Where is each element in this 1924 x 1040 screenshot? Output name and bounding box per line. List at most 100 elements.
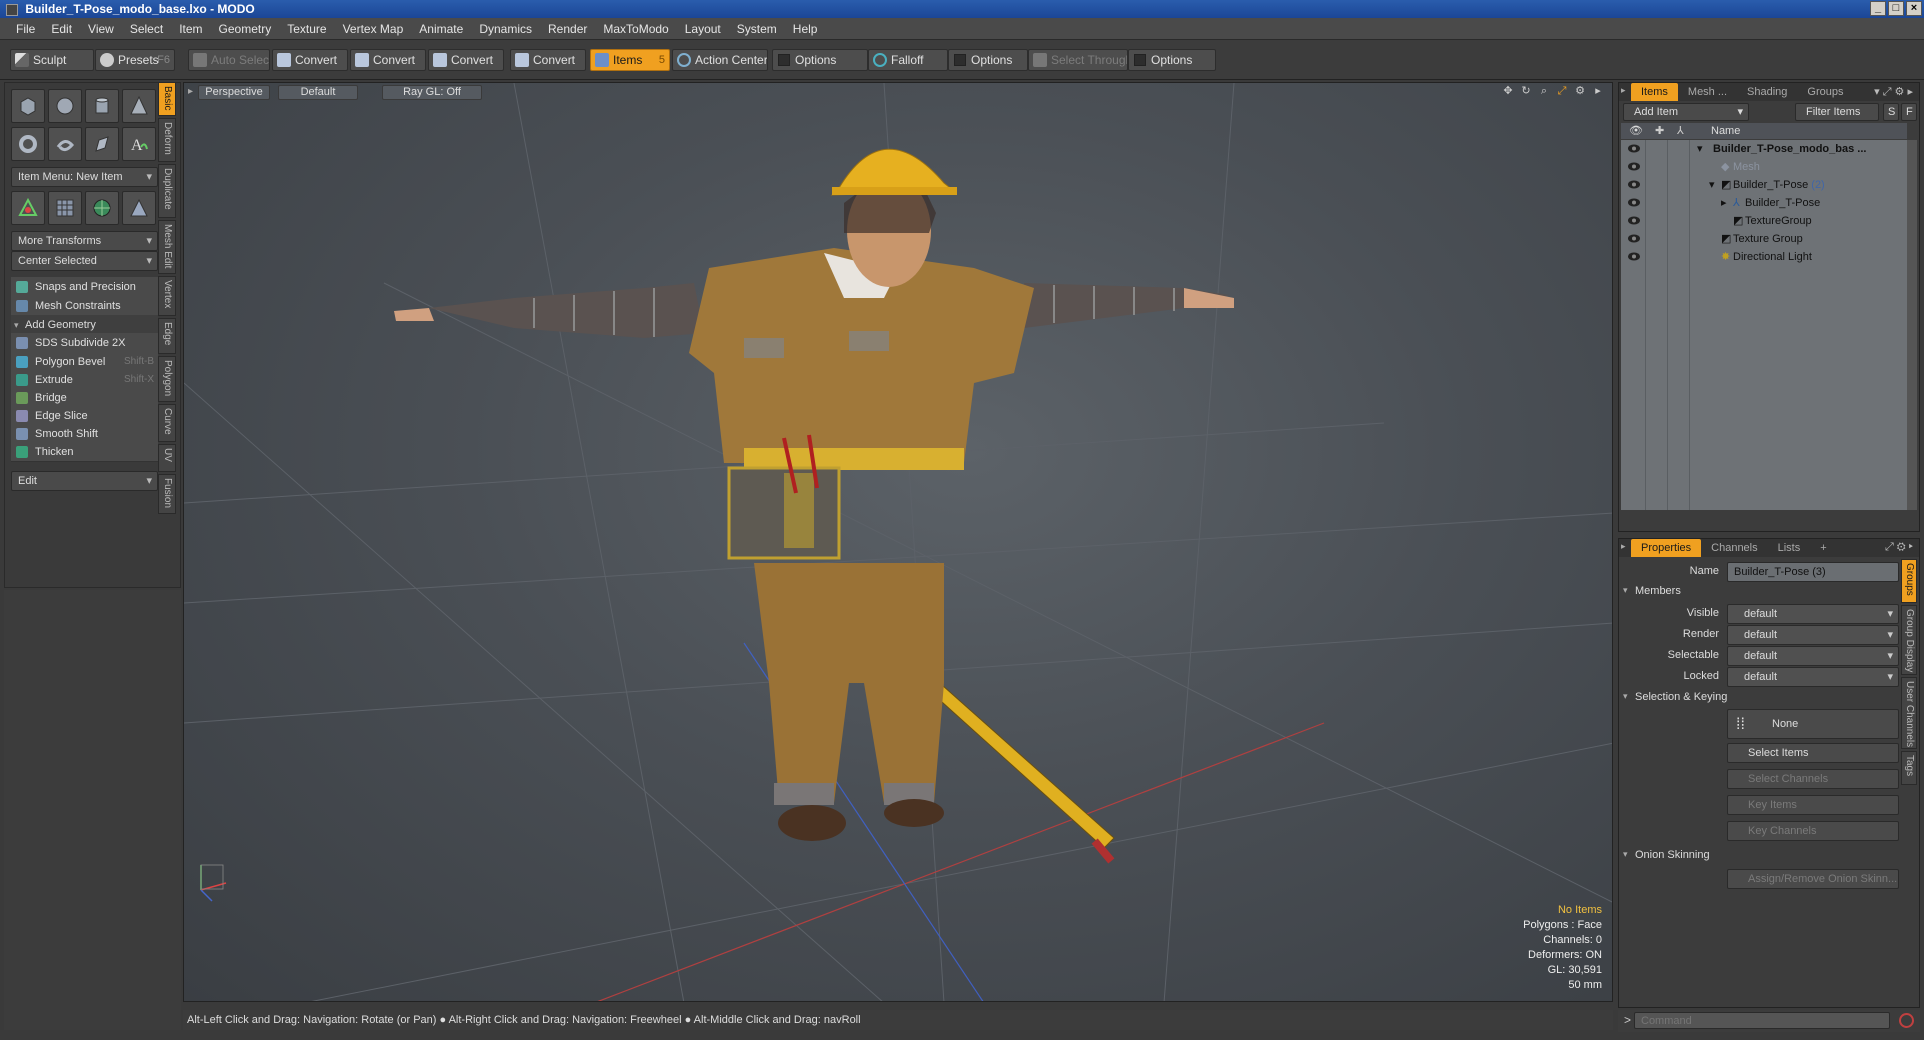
- key-channels-button[interactable]: Key Channels: [1727, 821, 1899, 841]
- menu-item[interactable]: Item: [171, 18, 210, 40]
- sphere-uv-tool-button[interactable]: [85, 191, 119, 225]
- torus-tool-button[interactable]: [11, 127, 45, 161]
- convert-edges-button[interactable]: Convert: [350, 49, 426, 71]
- visible-dropdown[interactable]: default: [1727, 604, 1899, 624]
- tree-row-scene[interactable]: ▾ Builder_T-Pose_modo_bas ...: [1621, 140, 1907, 158]
- viewport-menu-icon[interactable]: ▸: [188, 86, 193, 97]
- tab-user-channels[interactable]: User Channels: [1901, 677, 1917, 749]
- convert-materials-button[interactable]: Convert: [510, 49, 586, 71]
- tab-polygon[interactable]: Polygon: [158, 356, 176, 402]
- minimize-button[interactable]: _: [1870, 1, 1886, 16]
- tab-items[interactable]: Items: [1631, 83, 1678, 101]
- raygl-toggle[interactable]: Ray GL: Off: [382, 85, 482, 100]
- convert-polygons-button[interactable]: Convert: [428, 49, 504, 71]
- extrude-button[interactable]: Extrude Shift-X: [11, 370, 158, 390]
- eye-icon[interactable]: [1627, 179, 1641, 190]
- text-tool-button[interactable]: A: [122, 127, 156, 161]
- members-section[interactable]: Members: [1623, 585, 1681, 597]
- sphere-tool-button[interactable]: [48, 89, 82, 123]
- expand-arrow-icon[interactable]: ▸: [1721, 194, 1727, 212]
- tab-tags[interactable]: Tags: [1901, 751, 1917, 785]
- options-button-3[interactable]: Options: [1128, 49, 1216, 71]
- pen-tool-button[interactable]: [85, 127, 119, 161]
- tab-edge[interactable]: Edge: [158, 318, 176, 354]
- tab-channels[interactable]: Channels: [1701, 539, 1767, 557]
- eye-icon[interactable]: [1627, 161, 1641, 172]
- 3d-viewport[interactable]: ▸ Perspective Default Ray GL: Off ✥ ↻ ⌕ …: [183, 82, 1613, 1002]
- panel-menu-icon[interactable]: ▸: [1621, 541, 1626, 552]
- menu-file[interactable]: File: [8, 18, 43, 40]
- cylinder-tool-button[interactable]: [85, 89, 119, 123]
- render-dropdown[interactable]: default: [1727, 625, 1899, 645]
- tab-duplicate[interactable]: Duplicate: [158, 164, 176, 218]
- selection-keying-section[interactable]: Selection & Keying: [1623, 691, 1727, 703]
- eye-icon[interactable]: [1627, 251, 1641, 262]
- tab-basic[interactable]: Basic: [158, 82, 176, 116]
- grid-tool-button[interactable]: [48, 191, 82, 225]
- more-arrow-icon[interactable]: ▸: [1592, 85, 1604, 97]
- options-button-2[interactable]: Options: [948, 49, 1028, 71]
- presets-button[interactable]: Presets F6: [95, 49, 175, 71]
- tree-row-mesh[interactable]: ◆ Mesh: [1621, 158, 1907, 176]
- menu-system[interactable]: System: [729, 18, 785, 40]
- menu-edit[interactable]: Edit: [43, 18, 80, 40]
- options-button-1[interactable]: Options: [772, 49, 868, 71]
- settings-gear-icon[interactable]: ⚙: [1574, 85, 1586, 97]
- locked-dropdown[interactable]: default: [1727, 667, 1899, 687]
- panel-options-icon[interactable]: ▾ ⤢ ⚙ ▸: [1874, 85, 1913, 99]
- edge-slice-button[interactable]: Edge Slice: [11, 406, 158, 426]
- bridge-button[interactable]: Bridge: [11, 388, 158, 408]
- mesh-constraints-button[interactable]: Mesh Constraints: [11, 296, 158, 316]
- convert-vertices-button[interactable]: Convert: [272, 49, 348, 71]
- tree-scrollbar[interactable]: [1907, 140, 1917, 510]
- add-geometry-section[interactable]: Add Geometry: [11, 315, 158, 335]
- expand-arrow-icon[interactable]: ▾: [1697, 140, 1703, 158]
- key-items-button[interactable]: Key Items: [1727, 795, 1899, 815]
- tree-row-group[interactable]: ▾ ◩ Builder_T-Pose (2): [1621, 176, 1907, 194]
- menu-texture[interactable]: Texture: [279, 18, 334, 40]
- tab-groups[interactable]: Groups: [1797, 83, 1853, 101]
- none-channel-button[interactable]: ⁞⁞ None: [1727, 709, 1899, 739]
- menu-help[interactable]: Help: [785, 18, 826, 40]
- selectable-dropdown[interactable]: default: [1727, 646, 1899, 666]
- panel-menu-icon[interactable]: ▸: [1621, 85, 1626, 96]
- view-type-button[interactable]: Perspective: [198, 85, 270, 100]
- item-menu-dropdown[interactable]: Item Menu: New Item: [11, 167, 158, 187]
- menu-maxtomodo[interactable]: MaxToModo: [595, 18, 676, 40]
- spiral-tool-button[interactable]: [48, 127, 82, 161]
- items-mode-button[interactable]: Items 5: [590, 49, 670, 71]
- tab-curve[interactable]: Curve: [158, 404, 176, 442]
- add-tab-button[interactable]: +: [1810, 539, 1836, 557]
- menu-select[interactable]: Select: [122, 18, 171, 40]
- record-macro-icon[interactable]: [1899, 1013, 1914, 1028]
- assign-onion-button[interactable]: Assign/Remove Onion Skinn...: [1727, 869, 1899, 889]
- thicken-button[interactable]: Thicken: [11, 442, 158, 462]
- eye-icon[interactable]: [1627, 143, 1641, 154]
- sds-subdivide-button[interactable]: SDS Subdivide 2X: [11, 333, 158, 353]
- maximize-icon[interactable]: ⤢: [1556, 85, 1568, 97]
- sculpt-button[interactable]: Sculpt: [10, 49, 94, 71]
- s-filter-button[interactable]: S: [1883, 103, 1899, 121]
- tab-mesh-ops[interactable]: Mesh ...: [1678, 83, 1737, 101]
- cone-tool-button[interactable]: [122, 89, 156, 123]
- tab-deform[interactable]: Deform: [158, 118, 176, 162]
- cube-tool-button[interactable]: [11, 89, 45, 123]
- f-filter-button[interactable]: F: [1901, 103, 1917, 121]
- pyramid-tool-button[interactable]: [122, 191, 156, 225]
- shading-style-button[interactable]: Default: [278, 85, 358, 100]
- pan-icon[interactable]: ✥: [1502, 85, 1514, 97]
- menu-view[interactable]: View: [80, 18, 122, 40]
- polygon-bevel-button[interactable]: Polygon Bevel Shift-B: [11, 352, 158, 372]
- zoom-icon[interactable]: ⌕: [1538, 85, 1550, 97]
- falloff-button[interactable]: Falloff: [868, 49, 948, 71]
- menu-animate[interactable]: Animate: [411, 18, 471, 40]
- select-through-button[interactable]: Select Through: [1028, 49, 1128, 71]
- menu-dynamics[interactable]: Dynamics: [471, 18, 540, 40]
- menu-vertex-map[interactable]: Vertex Map: [335, 18, 412, 40]
- expand-arrow-icon[interactable]: ▾: [1709, 176, 1715, 194]
- tab-uv[interactable]: UV: [158, 444, 176, 472]
- tab-properties[interactable]: Properties: [1631, 539, 1702, 557]
- tab-shading[interactable]: Shading: [1737, 83, 1797, 101]
- transform-tool-button[interactable]: [11, 191, 45, 225]
- select-channels-button[interactable]: Select Channels: [1727, 769, 1899, 789]
